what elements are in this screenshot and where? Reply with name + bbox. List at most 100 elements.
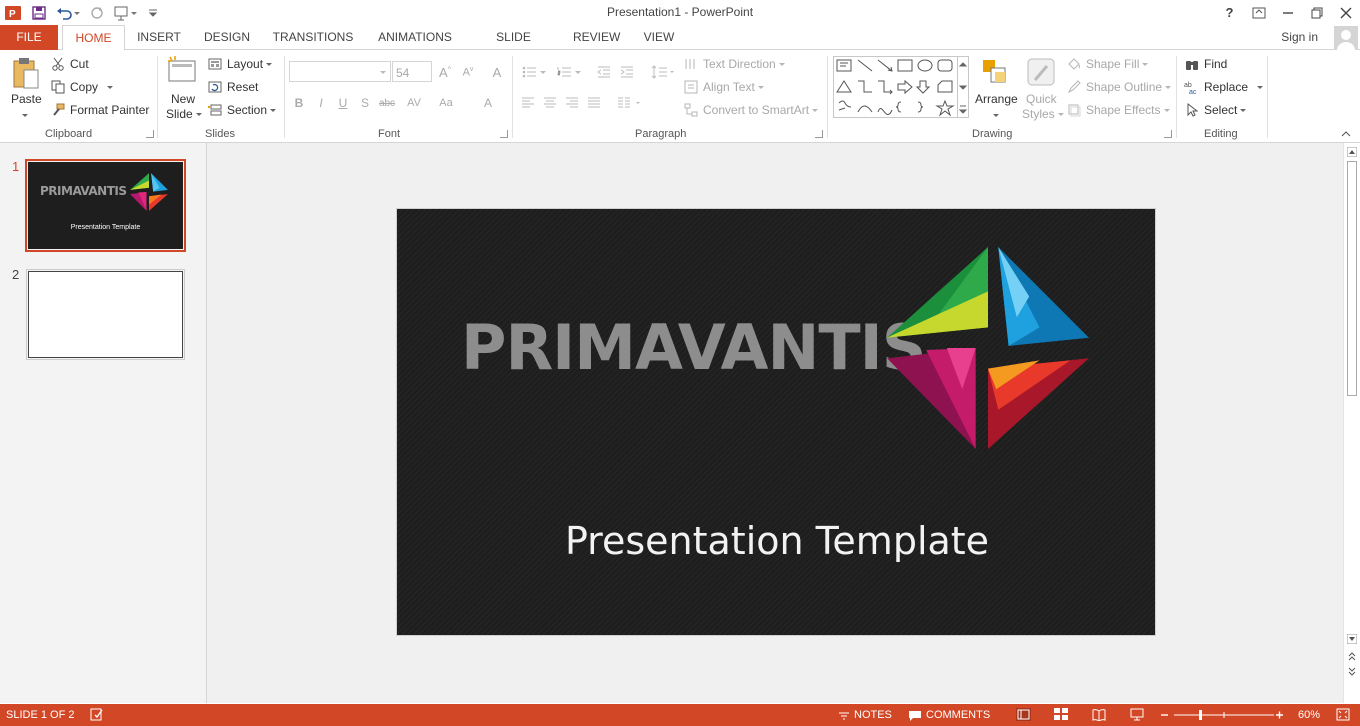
shape-effects-icon <box>1066 102 1082 118</box>
current-slide[interactable]: PRIMAVANTIS Presentation Template <box>396 208 1156 636</box>
bold-icon[interactable]: B <box>291 95 307 111</box>
shapes-gallery[interactable] <box>833 56 969 118</box>
bullets-icon[interactable] <box>520 64 548 80</box>
justify-icon[interactable] <box>586 95 602 111</box>
font-color-icon[interactable]: A <box>478 95 498 111</box>
scroll-thumb[interactable] <box>1347 161 1357 396</box>
font-group-label: Font <box>378 128 401 140</box>
shape-effects-button[interactable]: Shape Effects <box>1066 102 1170 118</box>
section-button[interactable]: Section <box>207 102 276 118</box>
slide-thumbnail-1[interactable]: PRIMAVANTIS Presentation Template <box>25 159 186 252</box>
quick-styles-label[interactable]: Quick <box>1026 92 1057 106</box>
paste-button[interactable] <box>8 56 44 90</box>
grow-font-icon[interactable]: A^ <box>437 64 453 80</box>
strikethrough-icon[interactable]: abc <box>379 95 395 111</box>
spelling-check-icon[interactable] <box>90 708 104 721</box>
normal-view-icon[interactable] <box>1016 708 1031 721</box>
next-slide-icon[interactable] <box>1347 667 1357 677</box>
numbering-icon[interactable] <box>555 64 583 80</box>
zoom-slider[interactable] <box>1160 709 1290 721</box>
tab-insert[interactable]: INSERT <box>136 25 182 50</box>
group-divider <box>157 56 158 138</box>
avatar[interactable] <box>1334 26 1358 50</box>
tab-transitions[interactable]: TRANSITIONS <box>272 25 354 50</box>
align-right-icon[interactable] <box>564 95 580 111</box>
new-slide-button[interactable] <box>166 55 198 87</box>
select-button[interactable]: Select <box>1184 102 1246 118</box>
shapes-gallery-scroll[interactable] <box>957 57 968 117</box>
close-icon[interactable] <box>1331 0 1360 25</box>
slide-logo[interactable] <box>885 245 1091 451</box>
reset-button[interactable]: Reset <box>207 79 258 95</box>
arrange-button[interactable] <box>979 56 1011 88</box>
arrange-dropdown-icon[interactable] <box>988 108 1004 124</box>
increase-indent-icon[interactable] <box>619 64 635 80</box>
font-size-dropdown[interactable]: 54 <box>392 61 432 82</box>
tab-home[interactable]: HOME <box>62 25 125 51</box>
tab-slide-show[interactable]: SLIDE SHOW <box>477 25 550 69</box>
decrease-indent-icon[interactable] <box>596 64 612 80</box>
text-direction-button[interactable]: Text Direction <box>683 56 785 72</box>
select-label: Select <box>1204 103 1238 117</box>
slide-show-view-icon[interactable] <box>1130 708 1144 721</box>
slide-subtitle[interactable]: Presentation Template <box>397 519 1155 563</box>
underline-icon[interactable]: U <box>335 95 351 111</box>
copy-button[interactable]: Copy <box>50 79 113 95</box>
align-left-icon[interactable] <box>520 95 536 111</box>
restore-icon[interactable] <box>1302 0 1331 25</box>
slide-brand-title[interactable]: PRIMAVANTIS <box>461 311 926 384</box>
fit-slide-icon[interactable] <box>1336 708 1350 721</box>
ribbon-display-options-icon[interactable] <box>1244 0 1273 25</box>
notes-button[interactable]: NOTES <box>838 709 892 721</box>
tab-file[interactable]: FILE <box>0 25 58 50</box>
align-center-icon[interactable] <box>542 95 558 111</box>
vertical-scrollbar[interactable] <box>1343 143 1360 703</box>
comments-button[interactable]: COMMENTS <box>908 709 990 721</box>
change-case-icon[interactable]: Aa <box>434 95 458 111</box>
shape-fill-button[interactable]: Shape Fill <box>1066 56 1148 72</box>
format-painter-button[interactable]: Format Painter <box>50 102 149 118</box>
columns-icon[interactable] <box>616 95 644 111</box>
align-text-button[interactable]: Align Text <box>683 79 764 95</box>
find-button[interactable]: Find <box>1184 56 1227 72</box>
sign-in-link[interactable]: Sign in <box>1281 30 1318 44</box>
quick-styles-button[interactable] <box>1025 56 1057 88</box>
arrange-label[interactable]: Arrange <box>975 92 1018 106</box>
character-spacing-icon[interactable]: AV <box>402 95 426 111</box>
new-slide-label[interactable]: New <box>171 92 195 106</box>
line-spacing-icon[interactable] <box>650 64 676 80</box>
paragraph-dialog-launcher-icon[interactable] <box>815 130 823 138</box>
tab-view[interactable]: VIEW <box>642 25 676 50</box>
convert-smartart-button[interactable]: Convert to SmartArt <box>683 102 818 118</box>
clear-formatting-icon[interactable]: A <box>489 64 505 80</box>
minimize-icon[interactable] <box>1273 0 1302 25</box>
cut-button[interactable]: Cut <box>50 56 89 72</box>
collapse-ribbon-icon[interactable] <box>1338 126 1354 142</box>
zoom-level[interactable]: 60% <box>1298 709 1320 721</box>
paste-label[interactable]: Paste <box>11 92 42 106</box>
reading-view-icon[interactable] <box>1092 708 1106 721</box>
replace-button[interactable]: ab ac Replace <box>1184 79 1263 95</box>
help-button[interactable]: ? <box>1215 0 1244 25</box>
previous-slide-icon[interactable] <box>1347 651 1357 661</box>
drawing-dialog-launcher-icon[interactable] <box>1164 130 1172 138</box>
tab-design[interactable]: DESIGN <box>203 25 251 50</box>
slide-thumbnail-2[interactable] <box>26 269 185 360</box>
tab-review[interactable]: REVIEW <box>573 25 620 50</box>
font-name-dropdown[interactable] <box>289 61 391 82</box>
paste-dropdown-icon[interactable] <box>17 108 33 124</box>
shape-outline-button[interactable]: Shape Outline <box>1066 79 1171 95</box>
scroll-up-arrow-icon[interactable] <box>1347 147 1357 157</box>
layout-button[interactable]: Layout <box>207 56 272 72</box>
scissors-icon <box>50 56 66 72</box>
scroll-down-arrow-icon[interactable] <box>1347 634 1357 644</box>
tab-animations[interactable]: ANIMATIONS <box>375 25 455 50</box>
shrink-font-icon[interactable]: Av <box>460 64 476 80</box>
slide-sorter-icon[interactable] <box>1054 708 1068 721</box>
text-shadow-icon[interactable]: S <box>357 95 373 111</box>
quick-styles-label-2[interactable]: Styles <box>1022 107 1064 121</box>
italic-icon[interactable]: I <box>313 95 329 111</box>
font-dialog-launcher-icon[interactable] <box>500 130 508 138</box>
new-slide-label-2[interactable]: Slide <box>166 107 202 121</box>
clipboard-dialog-launcher-icon[interactable] <box>146 130 154 138</box>
